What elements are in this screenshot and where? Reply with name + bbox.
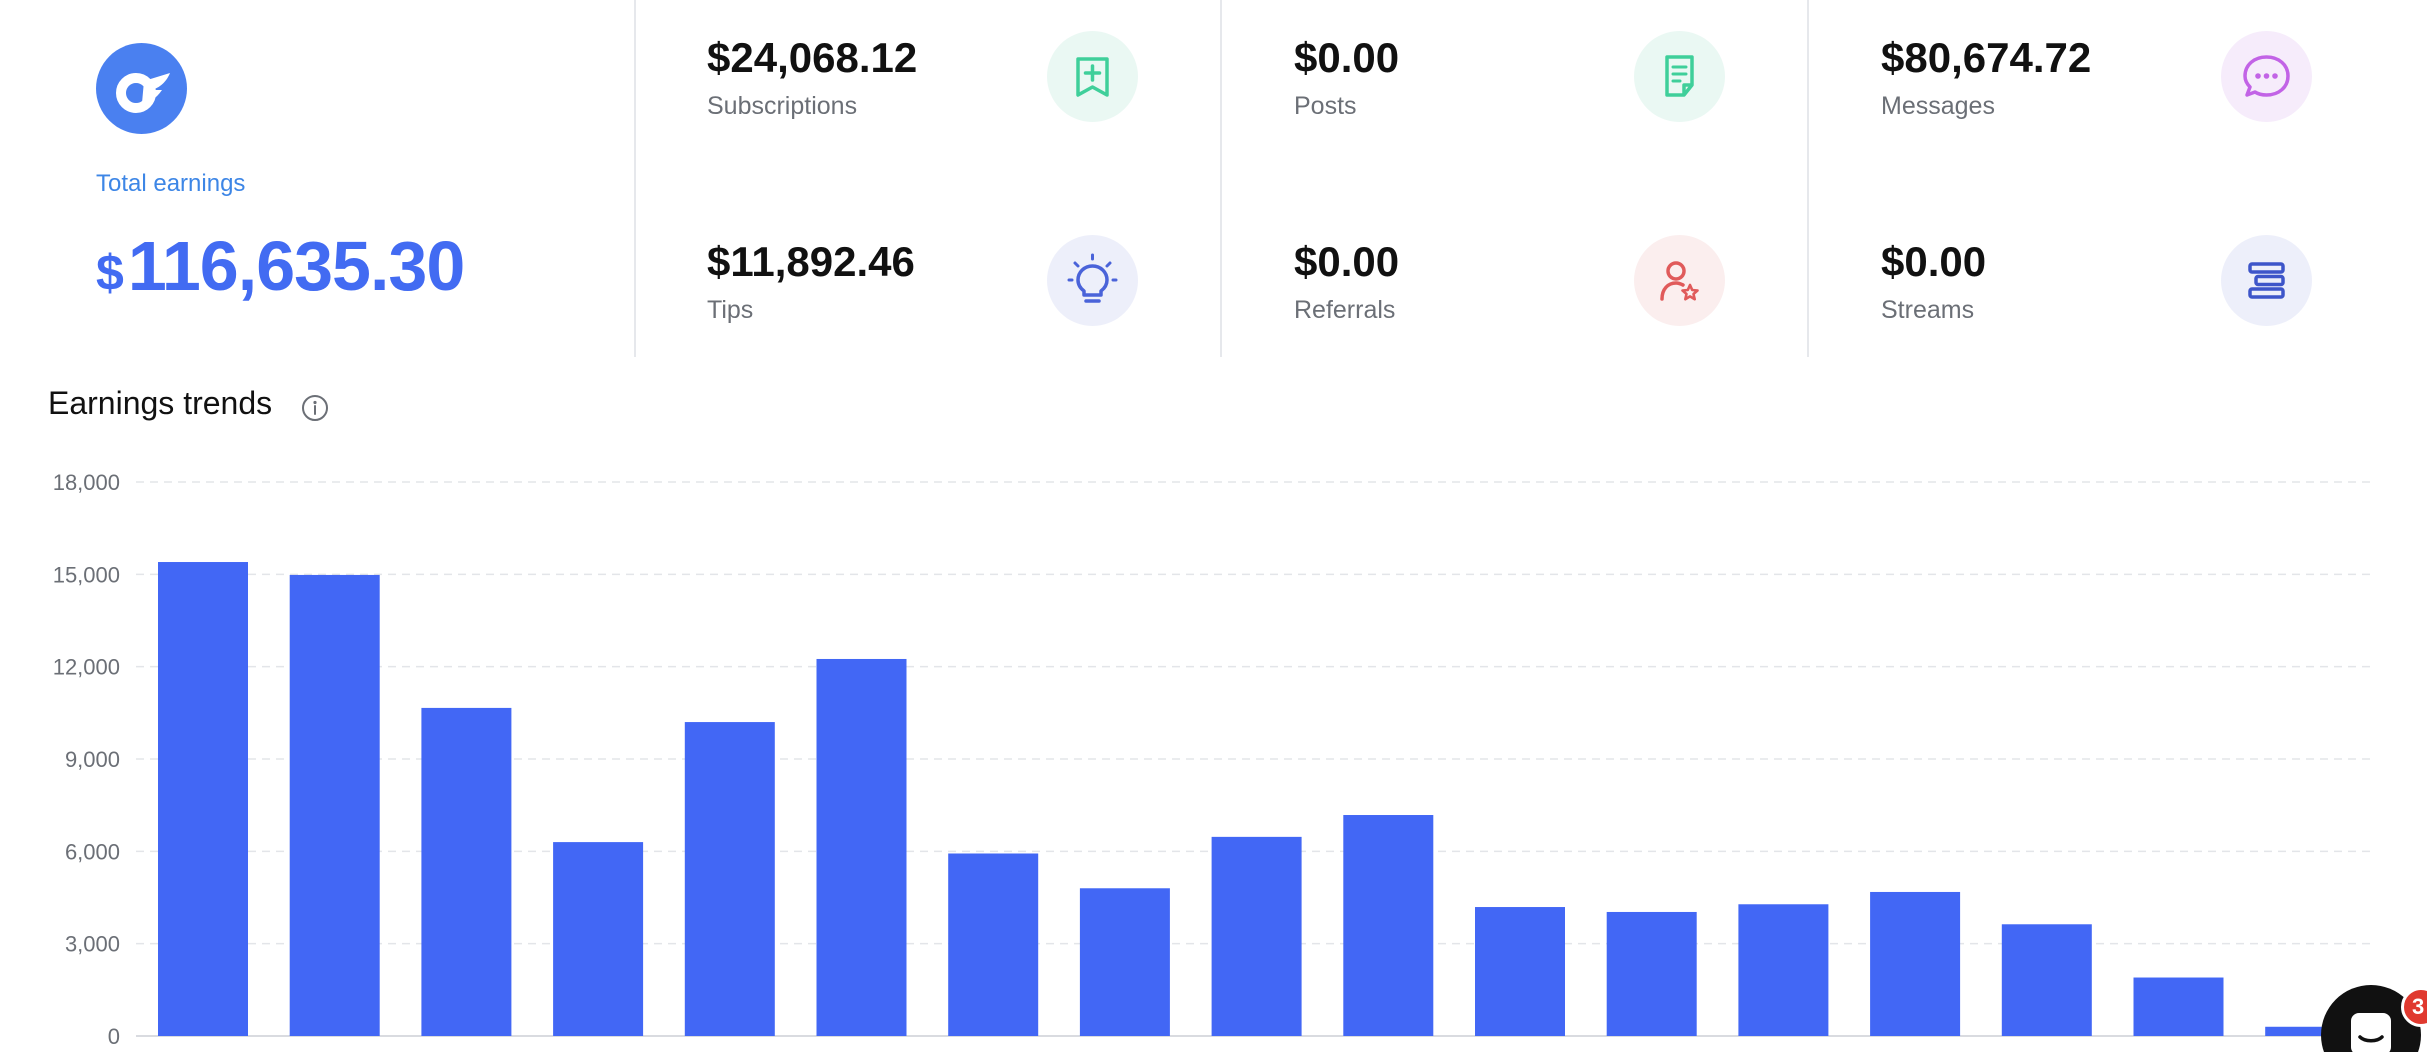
chart-bar[interactable] <box>1343 815 1434 1036</box>
messages-card[interactable]: $80,674.72 Messages <box>1809 0 2395 178</box>
posts-amount: $0.00 <box>1294 34 1400 81</box>
referrals-amount: $0.00 <box>1294 238 1400 285</box>
tips-label: Tips <box>707 296 754 324</box>
y-tick-label: 18,000 <box>53 470 120 495</box>
lightbulb-icon <box>1047 235 1138 326</box>
y-tick-label: 9,000 <box>65 747 120 772</box>
y-tick-label: 6,000 <box>65 839 120 864</box>
chart-bar[interactable] <box>2001 924 2092 1036</box>
chart-bar[interactable] <box>1211 836 1302 1036</box>
bookmark-plus-icon <box>1047 31 1138 122</box>
y-tick-label: 0 <box>108 1024 120 1049</box>
messages-amount: $80,674.72 <box>1881 34 2092 81</box>
chart-bar[interactable] <box>2133 977 2224 1036</box>
y-tick-label: 15,000 <box>53 562 120 587</box>
chart-bar[interactable] <box>1738 904 1829 1036</box>
chart-bar[interactable] <box>816 658 907 1036</box>
info-icon[interactable] <box>300 393 330 423</box>
earnings-trends-chart: 0 3,000 6,000 9,000 12,000 15,000 18,000 <box>53 470 2374 1049</box>
onlyfans-logo-icon <box>96 43 187 134</box>
chart-bar[interactable] <box>421 707 512 1036</box>
streams-amount: $0.00 <box>1881 238 1987 285</box>
earnings-summary: Total earnings $ 116,635.30 $24,068.12 S… <box>0 0 2427 357</box>
streams-icon <box>2221 235 2312 326</box>
total-earnings-currency: $ <box>96 245 124 301</box>
chart-bar[interactable] <box>948 853 1039 1036</box>
tips-card[interactable]: $11,892.46 Tips <box>635 204 1221 382</box>
chart-bar[interactable] <box>684 722 775 1036</box>
referrals-card[interactable]: $0.00 Referrals <box>1222 204 1808 382</box>
referrals-label: Referrals <box>1294 296 1396 324</box>
chat-bubble-icon <box>2221 31 2312 122</box>
user-star-icon <box>1634 235 1725 326</box>
subscriptions-amount: $24,068.12 <box>707 34 918 81</box>
chart-bar[interactable] <box>1079 888 1170 1036</box>
streams-card[interactable]: $0.00 Streams <box>1809 204 2395 382</box>
y-tick-label: 12,000 <box>53 655 120 680</box>
y-tick-label: 3,000 <box>65 932 120 957</box>
chart-bar[interactable] <box>553 842 644 1036</box>
chart-bar[interactable] <box>1870 891 1961 1036</box>
tips-amount: $11,892.46 <box>707 238 915 285</box>
total-earnings-value: $ 116,635.30 <box>96 226 465 316</box>
earnings-trends-title: Earnings trends <box>48 385 273 421</box>
messages-label: Messages <box>1881 92 1995 120</box>
chart-bar[interactable] <box>289 574 380 1036</box>
chart-bar[interactable] <box>1606 911 1697 1036</box>
posts-label: Posts <box>1294 92 1357 120</box>
total-earnings-label: Total earnings <box>96 170 246 197</box>
subscriptions-label: Subscriptions <box>707 92 858 120</box>
total-earnings-amount: 116,635.30 <box>127 227 465 305</box>
posts-card[interactable]: $0.00 Posts <box>1222 0 1808 178</box>
streams-label: Streams <box>1881 296 1975 324</box>
chat-launcher-button[interactable]: 3 <box>2321 985 2427 1052</box>
total-earnings-panel: Total earnings $ 116,635.30 <box>0 0 634 357</box>
subscriptions-card[interactable]: $24,068.12 Subscriptions <box>635 0 1221 178</box>
chart-bar[interactable] <box>1475 907 1565 1036</box>
chart-bar[interactable] <box>158 562 248 1036</box>
document-icon <box>1634 31 1725 122</box>
